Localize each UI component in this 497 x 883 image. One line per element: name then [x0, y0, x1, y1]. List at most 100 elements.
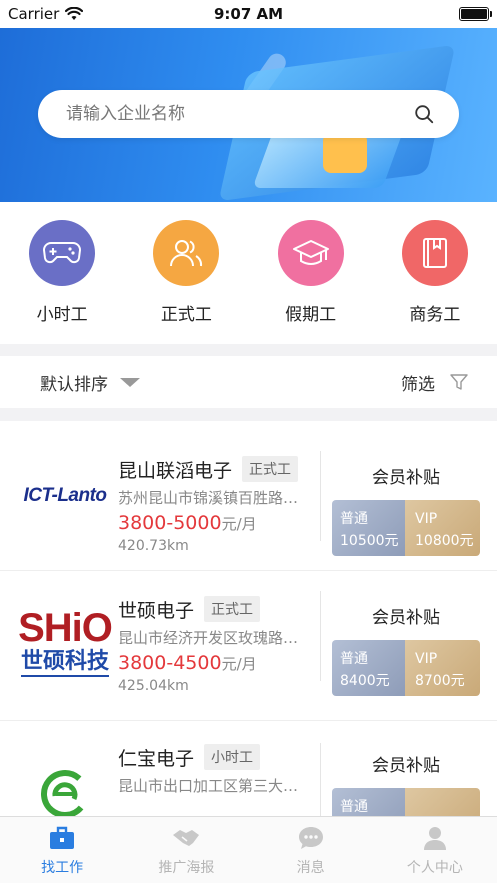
- company-name: 昆山联滔电子: [118, 459, 233, 482]
- category-business[interactable]: 商务工: [373, 202, 497, 344]
- job-address: 苏州昆山市锦溪镇百胜路…: [118, 489, 299, 507]
- vip-subsidy: VIP 8700元: [405, 640, 480, 696]
- company-logo: [20, 749, 110, 816]
- vip-label: VIP: [415, 651, 438, 667]
- sort-label: 默认排序: [40, 374, 108, 395]
- tab-label: 推广海报: [158, 860, 215, 876]
- job-info: 昆山联滔电子 正式工 苏州昆山市锦溪镇百胜路… 3800-5000元/月 420…: [118, 455, 318, 554]
- tab-promo-poster[interactable]: 推广海报: [124, 817, 248, 883]
- pay-amount: 3800-5000: [118, 512, 222, 534]
- search-icon[interactable]: [413, 103, 435, 125]
- divider: [320, 743, 321, 816]
- category-fulltime[interactable]: 正式工: [124, 202, 248, 344]
- tab-label: 找工作: [41, 860, 84, 876]
- company-logo: SHiO 世硕科技: [18, 597, 113, 687]
- member-subsidy: 会员补贴 普通 10500元 VIP 10800元: [332, 463, 480, 556]
- vip-label: VIP: [415, 511, 438, 527]
- tab-label: 消息: [296, 860, 325, 876]
- battery-icon: [459, 7, 492, 21]
- member-subsidy: 会员补贴 普通 8400元 VIP 8700元: [332, 603, 480, 696]
- tab-label: 个人中心: [406, 860, 463, 876]
- job-address: 昆山市经济开发区玫瑰路…: [118, 629, 299, 647]
- graduation-cap-icon: [277, 220, 344, 286]
- banner: [0, 28, 497, 202]
- company-logo-mark: [41, 770, 89, 816]
- company-name: 仁宝电子: [118, 747, 195, 770]
- pay-amount: 3800-4500: [118, 652, 222, 674]
- tab-profile[interactable]: 个人中心: [373, 817, 497, 883]
- pay-unit: 元/月: [221, 515, 257, 533]
- chat-bubble-icon: [298, 827, 323, 849]
- status-bar: Carrier 9:07 AM: [0, 0, 497, 28]
- normal-label: 普通: [340, 651, 368, 667]
- vip-value: 10800元: [415, 533, 474, 549]
- company-logo: ICT-Lanto: [20, 451, 110, 541]
- tab-find-job[interactable]: 找工作: [0, 817, 124, 883]
- tab-messages[interactable]: 消息: [249, 817, 373, 883]
- caret-down-icon: [120, 377, 140, 387]
- briefcase-icon: [50, 826, 75, 849]
- category-hourly[interactable]: 小时工: [0, 202, 124, 344]
- job-type-tag: 小时工: [204, 744, 261, 770]
- status-time: 9:07 AM: [213, 5, 284, 23]
- company-name: 世硕电子: [118, 599, 195, 622]
- logo-text: ICT-Lanto: [23, 485, 107, 506]
- job-title-row: 昆山联滔电子 正式工: [118, 455, 318, 483]
- normal-label: 普通: [340, 511, 368, 527]
- vip-subsidy: VIP 10800元: [405, 500, 480, 556]
- book-icon: [401, 220, 468, 286]
- category-label: 假期工: [285, 305, 337, 325]
- job-info: 仁宝电子 小时工 昆山市出口加工区第三大…: [118, 743, 318, 796]
- job-card[interactable]: ICT-Lanto 昆山联滔电子 正式工 苏州昆山市锦溪镇百胜路… 3800-5…: [0, 421, 497, 571]
- job-card[interactable]: 仁宝电子 小时工 昆山市出口加工区第三大… 会员补贴 普通: [0, 721, 497, 816]
- normal-subsidy: 普通: [332, 788, 405, 816]
- member-subsidy: 会员补贴 普通: [332, 751, 480, 816]
- wifi-icon: [65, 7, 84, 20]
- filter-label: 筛选: [401, 374, 435, 395]
- category-label: 商务工: [409, 305, 461, 325]
- member-subsidy-title: 会员补贴: [372, 468, 440, 488]
- search-bar[interactable]: [38, 90, 459, 138]
- pay-unit: 元/月: [221, 655, 257, 673]
- category-label: 小时工: [36, 305, 88, 325]
- job-distance: 425.04km: [118, 678, 189, 694]
- person-icon: [423, 827, 446, 850]
- normal-label: 普通: [340, 799, 368, 815]
- pay-row: 3800-4500元/月: [118, 652, 318, 674]
- member-subsidy-title: 会员补贴: [372, 608, 440, 628]
- filter-button[interactable]: 筛选: [401, 370, 469, 395]
- job-title-row: 世硕电子 正式工: [118, 595, 318, 623]
- search-input[interactable]: [66, 104, 413, 124]
- normal-value: 10500元: [340, 533, 399, 549]
- sort-dropdown[interactable]: 默认排序: [40, 370, 140, 395]
- normal-subsidy: 普通 10500元: [332, 500, 405, 556]
- normal-value: 8400元: [340, 673, 390, 689]
- handshake-icon: [173, 830, 200, 846]
- job-type-tag: 正式工: [242, 456, 299, 482]
- job-list: ICT-Lanto 昆山联滔电子 正式工 苏州昆山市锦溪镇百胜路… 3800-5…: [0, 421, 497, 816]
- normal-subsidy: 普通 8400元: [332, 640, 405, 696]
- sort-filter-bar: 默认排序 筛选: [0, 356, 497, 408]
- logo-subtext: 世硕科技: [20, 649, 109, 677]
- category-label: 正式工: [160, 305, 212, 325]
- users-icon: [153, 220, 220, 286]
- carrier-label: Carrier: [8, 5, 60, 23]
- job-address: 昆山市出口加工区第三大…: [118, 777, 299, 795]
- vip-value: 8700元: [415, 673, 465, 689]
- subsidy-box: 普通 10500元 VIP 10800元: [332, 500, 480, 556]
- job-card[interactable]: SHiO 世硕科技 世硕电子 正式工 昆山市经济开发区玫瑰路… 3800-450…: [0, 571, 497, 721]
- divider: [320, 591, 321, 681]
- category-holiday[interactable]: 假期工: [249, 202, 373, 344]
- divider: [320, 451, 321, 541]
- filter-icon: [450, 374, 468, 390]
- pay-row: 3800-5000元/月: [118, 512, 318, 534]
- logo-text: SHiO: [18, 606, 113, 650]
- job-title-row: 仁宝电子 小时工: [118, 743, 318, 771]
- category-row: 小时工 正式工 假期工 商务工: [0, 202, 497, 344]
- status-left: Carrier: [8, 5, 84, 23]
- tab-bar: 找工作 推广海报 消息 个人中心: [0, 816, 497, 883]
- subsidy-box: 普通: [332, 788, 480, 816]
- banner-decoration: [323, 133, 367, 173]
- member-subsidy-title: 会员补贴: [372, 756, 440, 776]
- subsidy-box: 普通 8400元 VIP 8700元: [332, 640, 480, 696]
